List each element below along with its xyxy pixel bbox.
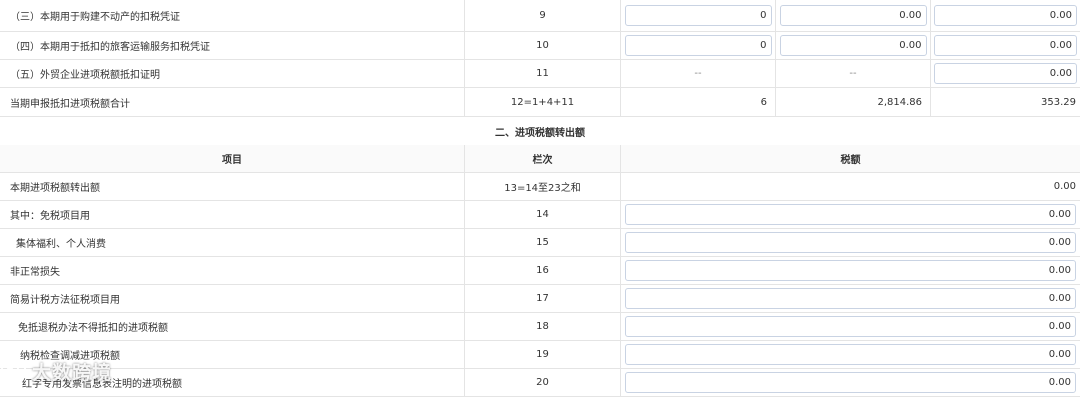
amount-input[interactable] xyxy=(779,5,927,26)
table-row: （五）外贸企业进项税额抵扣证明 11 -- -- xyxy=(0,60,1080,88)
header-tax: 税额 xyxy=(840,155,861,166)
row-label: 集体福利、个人消费 xyxy=(0,229,465,256)
table-row: 简易计税方法征税项目用 17 xyxy=(0,285,1080,313)
row-lanci: 13=14至23之和 xyxy=(465,173,621,200)
row-label: 本期进项税额转出额 xyxy=(0,173,465,200)
header-item: 项目 xyxy=(0,145,465,172)
table-row: 免抵退税办法不得抵扣的进项税额 18 xyxy=(0,313,1080,341)
tax-input[interactable] xyxy=(625,288,1076,309)
table-header: 项目 栏次 税额 xyxy=(0,145,1080,173)
table-row: （三）本期用于购建不动产的扣税凭证 9 xyxy=(0,0,1080,32)
row-lanci: 17 xyxy=(465,285,621,312)
tax-input[interactable] xyxy=(625,260,1076,281)
row-lanci: 10 xyxy=(465,32,621,59)
row-label: （四）本期用于抵扣的旅客运输服务扣税凭证 xyxy=(0,32,465,59)
row-lanci: 18 xyxy=(465,313,621,340)
row-lanci: 19 xyxy=(465,341,621,368)
tax-input[interactable] xyxy=(934,35,1077,56)
tax-total: 353.29 xyxy=(1041,96,1076,108)
share-count-total: 6 xyxy=(760,96,767,108)
logo-icon xyxy=(0,359,26,384)
tax-input[interactable] xyxy=(625,316,1076,337)
table-row: 其中：免税项目用 14 xyxy=(0,201,1080,229)
row-lanci: 14 xyxy=(465,201,621,228)
table-row: 当期申报抵扣进项税额合计 12=1+4+11 6 2,814.86 353.29 xyxy=(0,88,1080,117)
tax-input[interactable] xyxy=(934,63,1077,84)
row-lanci: 11 xyxy=(465,60,621,87)
tax-total: 0.00 xyxy=(1053,181,1076,192)
amount-total: 2,814.86 xyxy=(877,96,922,108)
row-label: 免抵退税办法不得抵扣的进项税额 xyxy=(0,313,465,340)
row-label: 当期申报抵扣进项税额合计 xyxy=(0,88,465,116)
row-label: 简易计税方法征税项目用 xyxy=(0,285,465,312)
table-row: 红字专用发票信息表注明的进项税额 20 xyxy=(0,369,1080,397)
table-row: （四）本期用于抵扣的旅客运输服务扣税凭证 10 xyxy=(0,32,1080,60)
row-label: 非正常损失 xyxy=(0,257,465,284)
row-lanci: 15 xyxy=(465,229,621,256)
row-lanci: 16 xyxy=(465,257,621,284)
amount-input[interactable] xyxy=(779,35,927,56)
row-label: （三）本期用于购建不动产的扣税凭证 xyxy=(0,0,465,31)
row-label: 其中：免税项目用 xyxy=(0,201,465,228)
watermark: 大数跨境 xyxy=(0,356,112,386)
watermark-text: 大数跨境 xyxy=(32,361,113,384)
row-lanci: 12=1+4+11 xyxy=(465,88,621,116)
table-row: 非正常损失 16 xyxy=(0,257,1080,285)
tax-input[interactable] xyxy=(625,232,1076,253)
row-lanci: 9 xyxy=(465,0,621,31)
header-lanci: 栏次 xyxy=(465,145,621,172)
tax-input[interactable] xyxy=(625,344,1076,365)
share-count-input[interactable] xyxy=(624,35,772,56)
table-row: 纳税检查调减进项税额 19 xyxy=(0,341,1080,369)
tax-input[interactable] xyxy=(934,5,1077,26)
table-row: 本期进项税额转出额 13=14至23之和 0.00 xyxy=(0,173,1080,201)
section-title: 二、进项税额转出额 xyxy=(0,117,1080,146)
share-count-input[interactable] xyxy=(624,5,772,26)
row-label: （五）外贸企业进项税额抵扣证明 xyxy=(0,60,465,87)
table-row: 集体福利、个人消费 15 xyxy=(0,229,1080,257)
tax-input[interactable] xyxy=(625,372,1076,393)
tax-input[interactable] xyxy=(625,204,1076,225)
amount-value: -- xyxy=(776,60,931,87)
share-count-value: -- xyxy=(621,60,776,87)
